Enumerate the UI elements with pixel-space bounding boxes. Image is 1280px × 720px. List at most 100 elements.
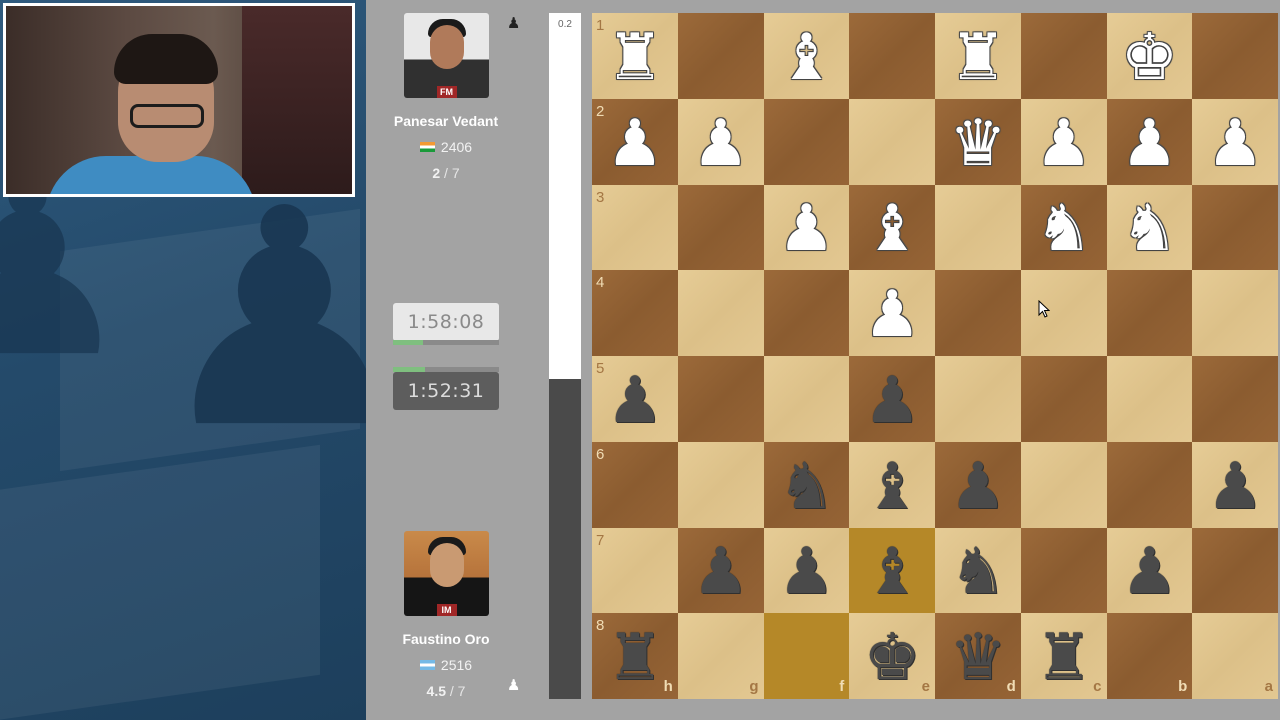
black-knight-icon[interactable]: ♞ (778, 455, 835, 519)
board-square-h5[interactable]: 5 ♟ (592, 356, 678, 442)
white-pawn-icon[interactable]: ♟ (1121, 112, 1178, 176)
board-square-e3[interactable]: ♝ (849, 184, 935, 271)
board-square-g1[interactable] (677, 13, 764, 99)
black-pawn-icon[interactable]: ♟ (606, 369, 663, 433)
chess-board[interactable]: 1 ♜ ♝ ♜ ♚ 2 ♟ ♟ ♛ ♟ ♟ ♟ 3 ♟ ♝ ♞ ♞ 4 ♟ 5 ♟ ♟ 6 ♞ ♝ ♟ ♟ 7 ♟ ♟ ♝ ♞ ♟ 8 h ♜ g f e ♚… (592, 13, 1278, 699)
board-square-g7[interactable]: ♟ (677, 527, 764, 614)
board-square-g8[interactable]: g (677, 613, 764, 699)
black-rook-icon[interactable]: ♜ (1035, 626, 1092, 690)
board-square-a7[interactable] (1192, 527, 1278, 614)
white-knight-icon[interactable]: ♞ (1035, 197, 1092, 261)
board-square-f5[interactable] (763, 356, 850, 442)
board-square-c6[interactable] (1020, 441, 1107, 528)
file-label: f (839, 678, 845, 695)
board-square-g5[interactable] (677, 356, 764, 442)
white-queen-icon[interactable]: ♛ (949, 112, 1006, 176)
black-pawn-icon[interactable]: ♟ (1121, 540, 1178, 604)
black-pawn-icon[interactable]: ♟ (863, 369, 920, 433)
board-square-c7[interactable] (1020, 527, 1107, 614)
board-square-h6[interactable]: 6 (592, 441, 678, 528)
board-square-b2[interactable]: ♟ (1106, 98, 1193, 185)
white-knight-icon[interactable]: ♞ (1121, 197, 1178, 261)
board-square-f2[interactable] (763, 98, 850, 185)
board-square-d7[interactable]: ♞ (935, 527, 1021, 614)
white-rook-icon[interactable]: ♜ (606, 26, 663, 90)
board-square-d5[interactable] (935, 356, 1021, 442)
board-square-c1[interactable] (1020, 13, 1107, 99)
white-pawn-icon[interactable]: ♟ (606, 112, 663, 176)
board-square-e4[interactable]: ♟ (849, 270, 935, 356)
black-bishop-icon[interactable]: ♝ (863, 455, 920, 519)
board-square-f4[interactable] (763, 270, 850, 356)
board-square-e8[interactable]: e ♚ (849, 613, 935, 699)
board-square-f8[interactable]: f (763, 613, 850, 699)
board-square-c4[interactable] (1020, 270, 1107, 356)
white-pawn-icon[interactable]: ♟ (1206, 112, 1263, 176)
board-square-h2[interactable]: 2 ♟ (592, 98, 678, 185)
white-pawn-icon[interactable]: ♟ (778, 197, 835, 261)
board-square-g4[interactable] (677, 270, 764, 356)
board-square-h7[interactable]: 7 (592, 527, 678, 614)
board-square-a1[interactable] (1192, 13, 1278, 99)
white-rook-icon[interactable]: ♜ (949, 26, 1006, 90)
board-square-e2[interactable] (849, 98, 935, 185)
board-square-c5[interactable] (1020, 356, 1107, 442)
board-square-e1[interactable] (849, 13, 935, 99)
board-square-c8[interactable]: c ♜ (1020, 613, 1107, 699)
board-square-g2[interactable]: ♟ (677, 98, 764, 185)
board-square-a5[interactable] (1192, 356, 1278, 442)
board-square-d6[interactable]: ♟ (935, 441, 1021, 528)
board-square-f1[interactable]: ♝ (763, 13, 850, 99)
top-player-rating-row: 2406 (371, 139, 521, 155)
black-knight-icon[interactable]: ♞ (949, 540, 1006, 604)
black-pawn-icon[interactable]: ♟ (692, 540, 749, 604)
black-pawn-icon[interactable]: ♟ (1206, 455, 1263, 519)
white-king-icon[interactable]: ♚ (1121, 26, 1178, 90)
board-square-f7[interactable]: ♟ (763, 527, 850, 614)
board-square-h8[interactable]: 8 h ♜ (592, 613, 678, 699)
board-square-h3[interactable]: 3 (592, 184, 678, 271)
board-square-g6[interactable] (677, 441, 764, 528)
white-bishop-icon[interactable]: ♝ (863, 197, 920, 261)
black-rook-icon[interactable]: ♜ (606, 626, 663, 690)
board-square-b6[interactable] (1106, 441, 1193, 528)
black-pawn-icon[interactable]: ♟ (778, 540, 835, 604)
white-pawn-icon[interactable]: ♟ (692, 112, 749, 176)
board-square-b1[interactable]: ♚ (1106, 13, 1193, 99)
board-square-b7[interactable]: ♟ (1106, 527, 1193, 614)
board-square-a3[interactable] (1192, 184, 1278, 271)
top-clock-progress-fill (393, 340, 423, 345)
board-square-h4[interactable]: 4 (592, 270, 678, 356)
board-square-d1[interactable]: ♜ (935, 13, 1021, 99)
board-square-e7[interactable]: ♝ (849, 527, 935, 614)
white-pawn-icon[interactable]: ♟ (1035, 112, 1092, 176)
board-square-c2[interactable]: ♟ (1020, 98, 1107, 185)
board-square-d3[interactable] (935, 184, 1021, 271)
board-square-e5[interactable]: ♟ (849, 356, 935, 442)
board-square-a6[interactable]: ♟ (1192, 441, 1278, 528)
black-queen-icon[interactable]: ♛ (949, 626, 1006, 690)
board-square-g3[interactable] (677, 184, 764, 271)
black-pawn-icon[interactable]: ♟ (949, 455, 1006, 519)
black-bishop-icon[interactable]: ♝ (863, 540, 920, 604)
board-square-h1[interactable]: 1 ♜ (592, 13, 678, 99)
top-player-name[interactable]: Panesar Vedant (371, 113, 521, 129)
board-square-c3[interactable]: ♞ (1020, 184, 1107, 271)
board-square-b4[interactable] (1106, 270, 1193, 356)
board-square-a8[interactable]: a (1192, 613, 1278, 699)
black-king-icon[interactable]: ♚ (863, 626, 920, 690)
board-square-a4[interactable] (1192, 270, 1278, 356)
board-square-d8[interactable]: d ♛ (935, 613, 1021, 699)
board-square-b8[interactable]: b (1106, 613, 1193, 699)
board-square-f6[interactable]: ♞ (763, 441, 850, 528)
board-square-f3[interactable]: ♟ (763, 184, 850, 271)
board-square-d4[interactable] (935, 270, 1021, 356)
board-square-a2[interactable]: ♟ (1192, 98, 1278, 185)
board-square-b3[interactable]: ♞ (1106, 184, 1193, 271)
bottom-player-name[interactable]: Faustino Oro (371, 631, 521, 647)
board-square-b5[interactable] (1106, 356, 1193, 442)
board-square-e6[interactable]: ♝ (849, 441, 935, 528)
white-bishop-icon[interactable]: ♝ (778, 26, 835, 90)
board-square-d2[interactable]: ♛ (935, 98, 1021, 185)
white-pawn-icon[interactable]: ♟ (863, 283, 920, 347)
